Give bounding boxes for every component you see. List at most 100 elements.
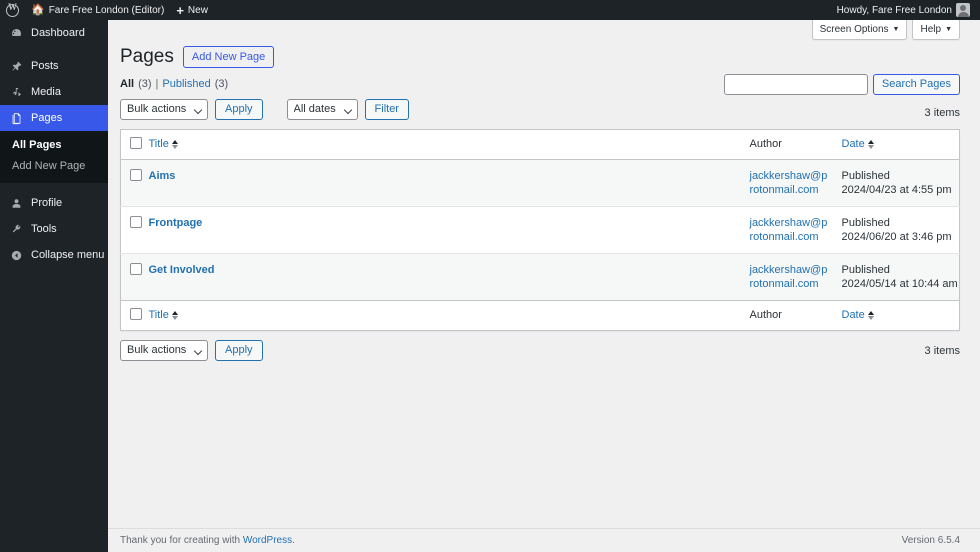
pages-submenu: All Pages Add New Page (0, 131, 108, 183)
page-title: Pages (120, 46, 174, 67)
select-all-footer (120, 299, 149, 331)
row-checkbox[interactable] (130, 262, 142, 275)
bulk-actions-select-wrap-bottom: Bulk actions (120, 340, 208, 362)
view-published-link[interactable]: Published (162, 78, 210, 90)
sidebar-item-dashboard[interactable]: Dashboard (0, 20, 108, 46)
tablenav-top: Bulk actions Apply All dates Filter (120, 99, 960, 121)
column-title-label: Title (148, 309, 169, 322)
sidebar-separator (0, 46, 108, 53)
sidebar-item-label: Media (31, 85, 61, 98)
row-author-cell: jackkershaw@protonmail.com (749, 253, 842, 301)
page-title-link[interactable]: Get Involved (149, 264, 215, 276)
author-line-2: nmail.com (768, 277, 819, 290)
select-all-checkbox-top[interactable] (130, 136, 142, 149)
main-content: Screen Options ▼ Help ▼ Pages Add New Pa… (108, 20, 980, 552)
footer-thanks-text: Thank you for creating with WordPress. (120, 535, 295, 546)
column-footer-author: Author (749, 299, 842, 331)
sidebar-item-collapse-menu[interactable]: Collapse menu (0, 242, 108, 268)
author-line-2: nmail.com (768, 230, 819, 243)
page-title-link[interactable]: Frontpage (149, 217, 203, 229)
media-icon (9, 85, 24, 100)
sort-by-date-link-bottom[interactable]: Date (842, 309, 874, 321)
sort-indicator-icon (867, 310, 874, 320)
sidebar-item-all-pages[interactable]: All Pages (0, 135, 108, 156)
bulk-actions-select-bottom[interactable]: Bulk actions (120, 340, 208, 362)
filter-by-date-select[interactable]: All dates (286, 99, 358, 121)
displaying-num-bottom: 3 items (924, 344, 960, 357)
row-select-cell (120, 206, 149, 254)
tools-wrench-icon (9, 222, 24, 237)
admin-bar-right: Howdy, Fare Free London (831, 0, 980, 20)
page-status: Published (841, 169, 890, 182)
pages-table-foot: Title Author Date (120, 299, 960, 331)
table-row: Get Involved jackkershaw@protonmail.com … (120, 253, 960, 301)
apply-button-top[interactable]: Apply (215, 99, 263, 121)
sidebar-item-media[interactable]: Media (0, 79, 108, 105)
search-pages-button[interactable]: Search Pages (872, 74, 960, 95)
row-checkbox[interactable] (130, 168, 142, 181)
sort-by-title-link-bottom[interactable]: Title (149, 309, 178, 321)
author-link[interactable]: jackkershaw@protonmail.com (750, 263, 830, 291)
page-status: Published (841, 216, 890, 229)
wordpress-logo-icon (6, 2, 19, 17)
new-content-menu[interactable]: + New (170, 0, 214, 20)
page-status: Published (841, 263, 890, 276)
posts-pin-icon (9, 59, 24, 74)
pages-table-head: Title Author Date (120, 129, 960, 160)
help-button[interactable]: Help ▼ (912, 20, 960, 40)
screen-options-button[interactable]: Screen Options ▼ (811, 20, 908, 40)
search-input[interactable] (723, 74, 868, 95)
wordpress-logo-menu[interactable] (0, 0, 25, 20)
sidebar-separator (0, 183, 108, 190)
row-title-cell: Frontpage (148, 206, 750, 254)
admin-bar: 🏠 Fare Free London (Editor) + New Howdy,… (0, 0, 980, 20)
sidebar-item-label: Tools (31, 222, 57, 235)
select-all-checkbox-bottom[interactable] (130, 307, 142, 320)
page-date: 2024/06/20 at 3:46 pm (841, 230, 952, 243)
wordpress-link[interactable]: WordPress (243, 535, 292, 546)
tablenav-bottom: Bulk actions Apply 3 items (120, 340, 960, 362)
sidebar-item-posts[interactable]: Posts (0, 53, 108, 79)
sidebar-item-pages[interactable]: Pages (0, 105, 108, 131)
author-link[interactable]: jackkershaw@protonmail.com (750, 169, 830, 197)
view-all-link[interactable]: All (120, 78, 134, 90)
views-separator: | (155, 77, 159, 90)
bulk-actions-select-top[interactable]: Bulk actions (120, 99, 208, 121)
add-new-page-button[interactable]: Add New Page (182, 46, 275, 69)
admin-bar-left: 🏠 Fare Free London (Editor) + New (0, 0, 214, 20)
sidebar-item-label: Profile (31, 196, 63, 209)
site-name-menu[interactable]: 🏠 Fare Free London (Editor) (25, 0, 170, 20)
howdy-label: Howdy, Fare Free London (836, 4, 952, 16)
author-link[interactable]: jackkershaw@protonmail.com (750, 216, 830, 244)
column-header-date: Date (841, 129, 960, 160)
screen-options-label: Screen Options (819, 23, 889, 35)
sort-by-date-link-top[interactable]: Date (842, 138, 874, 150)
sidebar-item-tools[interactable]: Tools (0, 216, 108, 242)
row-checkbox[interactable] (130, 215, 142, 228)
my-account-menu[interactable]: Howdy, Fare Free London (831, 0, 976, 20)
sort-indicator-icon (171, 139, 178, 149)
column-title-label: Title (148, 138, 169, 151)
sidebar-item-add-new-page[interactable]: Add New Page (0, 156, 108, 177)
page-date: 2024/05/14 at 10:44 am (841, 277, 958, 290)
sort-by-title-link-top[interactable]: Title (149, 138, 178, 150)
sidebar-item-profile[interactable]: Profile (0, 190, 108, 216)
row-select-cell (120, 253, 149, 301)
page-header: Pages Add New Page (120, 46, 960, 69)
table-row: Aims jackkershaw@protonmail.com Publishe… (120, 159, 960, 207)
apply-button-bottom[interactable]: Apply (215, 340, 263, 362)
column-footer-title: Title (148, 299, 750, 331)
row-title-cell: Get Involved (148, 253, 750, 301)
filter-button[interactable]: Filter (364, 99, 409, 121)
page-title-link[interactable]: Aims (149, 170, 176, 182)
view-published-count: (3) (214, 77, 229, 90)
search-box: Search Pages (723, 74, 960, 95)
sidebar-item-label: Dashboard (31, 26, 85, 39)
sidebar-subitem-label: All Pages (12, 139, 62, 151)
column-date-label: Date (841, 309, 865, 322)
row-select-cell (120, 159, 149, 207)
pages-table: Title Author Date Aims jackkershaw@proto… (120, 128, 960, 331)
column-header-title: Title (148, 129, 750, 160)
table-row: Frontpage jackkershaw@protonmail.com Pub… (120, 206, 960, 254)
page-date: 2024/04/23 at 4:55 pm (841, 183, 952, 196)
